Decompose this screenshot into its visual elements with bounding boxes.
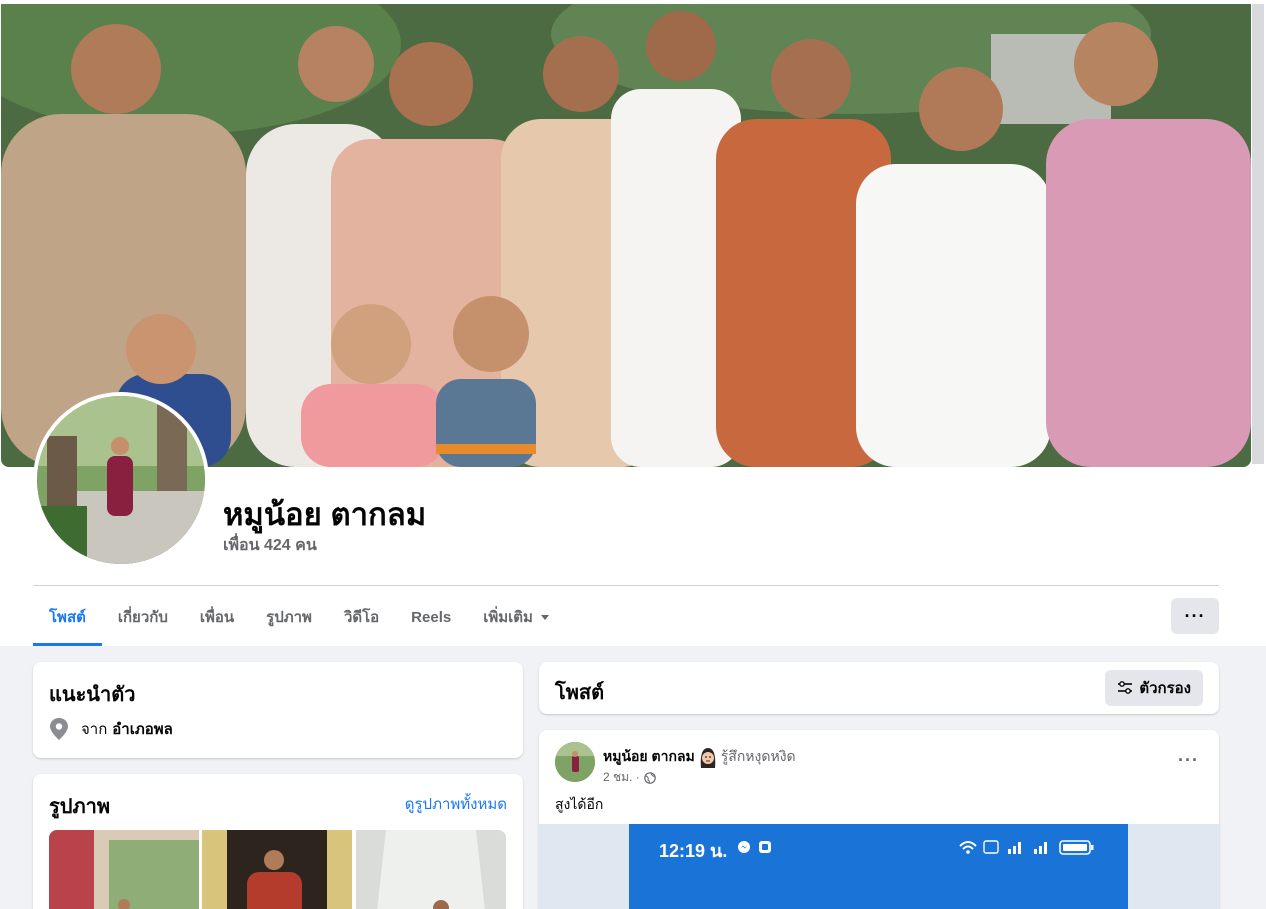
intro-title: แนะนำตัว — [49, 684, 136, 706]
intro-hometown-row: จาก อำเภอพล — [49, 717, 173, 741]
tab-photos[interactable]: รูปภาพ — [250, 588, 328, 646]
avatar-image — [37, 396, 205, 564]
post-text: สูงได้อีก — [555, 796, 604, 812]
posts-header: โพสต์ ตัวกรอง — [539, 662, 1219, 714]
scrollbar[interactable] — [1252, 4, 1264, 464]
post-feeling: รู้สึกหงุดหงิด — [720, 748, 796, 764]
post-header-line: หมูน้อย ตากลม รู้สึกหงุดหงิด — [603, 746, 796, 768]
caret-down-icon — [540, 614, 549, 620]
post-meta: 2 ชม. · — [603, 768, 656, 787]
profile-name: หมูน้อย ตากลม — [223, 497, 427, 532]
filter-button[interactable]: ตัวกรอง — [1105, 670, 1203, 706]
post-card: หมูน้อย ตากลม รู้สึกหงุดหงิด 2 ชม. · ···… — [539, 730, 1219, 909]
intro-from-label: จาก — [81, 721, 108, 738]
public-globe-icon — [643, 771, 656, 784]
post-author-name[interactable]: หมูน้อย ตากลม — [603, 746, 695, 768]
location-pin-icon — [50, 718, 68, 740]
post-more-button[interactable]: ··· — [1178, 750, 1199, 771]
phone-status-time: 12:19 น. — [659, 841, 728, 861]
tab-label: รูปภาพ — [266, 609, 312, 626]
messenger-notification-icons — [738, 841, 771, 853]
header-divider — [33, 585, 1219, 586]
photo-thumbnail-image — [356, 830, 506, 909]
posts-title: โพสต์ — [555, 682, 605, 704]
photo-thumbnail[interactable] — [202, 830, 352, 909]
photos-card: รูปภาพ ดูรูปภาพทั้งหมด — [33, 774, 523, 909]
intro-from-place[interactable]: อำเภอพล — [112, 717, 173, 741]
feeling-emoji-icon — [700, 748, 716, 768]
tab-label: วิดีโอ — [343, 609, 380, 626]
friends-count[interactable]: เพื่อน 424 คน — [223, 533, 317, 558]
profile-avatar[interactable] — [37, 396, 205, 564]
tab-more[interactable]: เพิ่มเติม — [467, 588, 565, 646]
filter-label: ตัวกรอง — [1139, 680, 1191, 697]
tab-label: เพื่อน — [199, 609, 235, 626]
photo-thumbnail-image — [49, 830, 199, 909]
tab-label: โพสต์ — [49, 609, 86, 626]
tab-friends[interactable]: เพื่อน — [184, 588, 250, 646]
post-timestamp[interactable]: 2 ชม. · — [603, 768, 640, 787]
cover-photo-image — [1, 4, 1251, 467]
post-author-avatar[interactable] — [555, 742, 595, 782]
photo-thumbnail[interactable] — [49, 830, 199, 909]
tab-label: เกี่ยวกับ — [117, 609, 168, 626]
see-all-photos-link[interactable]: ดูรูปภาพทั้งหมด — [405, 792, 507, 816]
phone-status-icons — [959, 840, 1094, 855]
cover-photo[interactable] — [1, 4, 1251, 467]
filter-sliders-icon — [1118, 681, 1133, 694]
tab-videos[interactable]: วิดีโอ — [328, 588, 395, 646]
profile-more-button[interactable]: ··· — [1171, 598, 1219, 634]
tab-label: เพิ่มเติม — [483, 609, 533, 626]
photos-title: รูปภาพ — [49, 796, 111, 818]
photo-thumbnail-image — [202, 830, 352, 909]
tab-reels[interactable]: Reels — [395, 588, 467, 646]
post-media[interactable]: 12:19 น. — [539, 824, 1219, 909]
profile-header: หมูน้อย ตากลม เพื่อน 424 คน โพสต์ เกี่ยว… — [0, 0, 1266, 646]
tab-label: Reels — [411, 608, 452, 626]
avatar-image — [555, 742, 595, 782]
intro-card: แนะนำตัว จาก อำเภอพล — [33, 662, 523, 758]
tab-about[interactable]: เกี่ยวกับ — [102, 588, 184, 646]
phone-screenshot: 12:19 น. — [629, 824, 1128, 909]
tab-posts[interactable]: โพสต์ — [33, 588, 102, 646]
profile-tabs: โพสต์ เกี่ยวกับ เพื่อน รูปภาพ วิดีโอ Ree… — [33, 588, 565, 646]
photo-thumbnail[interactable] — [356, 830, 506, 909]
